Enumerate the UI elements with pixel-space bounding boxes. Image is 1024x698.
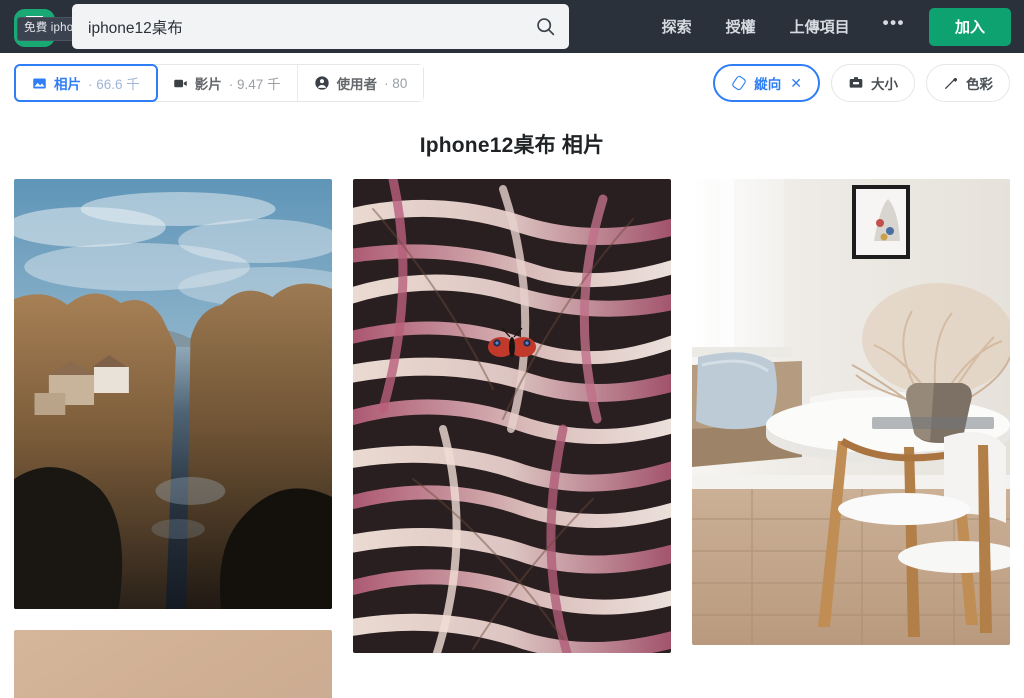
nav-item-license[interactable]: 授權: [709, 8, 773, 45]
grid-column-1: [14, 179, 332, 698]
photo-grid: [0, 179, 1024, 698]
grid-column-2: [353, 179, 671, 698]
tab-users-label: 使用者: [336, 77, 378, 92]
chip-color-label: 色彩: [966, 77, 993, 92]
orientation-icon: [732, 75, 747, 91]
nav-item-upload[interactable]: 上傳項目: [773, 8, 867, 45]
beige-gradient-partial-image: [14, 630, 332, 698]
page-title: Iphone12桌布 相片: [419, 134, 605, 157]
tab-photos-label: 相片: [54, 77, 81, 92]
search-icon: [536, 18, 554, 36]
chip-orientation-clear-icon[interactable]: ✕: [790, 75, 802, 92]
grid-column-3: [692, 179, 1010, 698]
river-valley-landscape-image: [14, 179, 332, 609]
tab-users[interactable]: 使用者 · 80: [297, 65, 424, 101]
video-icon: [174, 79, 187, 87]
photo-river-valley-landscape[interactable]: [14, 179, 332, 609]
join-button[interactable]: 加入: [928, 7, 1011, 46]
primary-nav: 探索 授權 上傳項目 ••• 加入: [645, 7, 1011, 46]
tab-videos[interactable]: 影片 · 9.47 千: [156, 65, 298, 101]
minimal-interior-table-image: [692, 179, 1010, 645]
photo-pink-fountain-grass-butterfly[interactable]: [353, 179, 671, 653]
chip-color[interactable]: 色彩: [926, 64, 1010, 102]
search-input[interactable]: [72, 4, 569, 49]
nav-item-explore[interactable]: 探索: [645, 8, 709, 45]
tab-videos-label: 影片: [194, 77, 222, 92]
filter-chips: 縱向 ✕ 大小 色彩: [713, 64, 1010, 102]
more-menu-icon[interactable]: •••: [867, 14, 921, 38]
photo-minimal-interior-table[interactable]: [692, 179, 1010, 645]
photo-beige-gradient-partial[interactable]: [14, 630, 332, 698]
search-button[interactable]: [531, 13, 559, 41]
size-icon: [849, 77, 863, 88]
image-icon: [33, 78, 46, 88]
tab-photos-count: · 66.6 千: [88, 77, 140, 92]
result-type-tabs: 相片 · 66.6 千 影片 · 9.47 千 使用者 · 80: [14, 64, 425, 102]
pink-fountain-grass-butterfly-image: [353, 179, 671, 653]
logo-area[interactable]: 免費 iphone12 桌布相片: [13, 6, 157, 48]
filter-bar: 相片 · 66.6 千 影片 · 9.47 千 使用者 · 80 縱向 ✕ 大小…: [0, 53, 1024, 113]
user-icon: [314, 76, 329, 90]
eyedropper-icon: [945, 78, 957, 89]
tab-users-count: · 80: [384, 75, 408, 91]
chip-orientation-label: 縱向: [754, 77, 782, 92]
chip-size-label: 大小: [871, 77, 898, 92]
chip-size[interactable]: 大小: [831, 64, 915, 102]
tab-photos[interactable]: 相片 · 66.6 千: [14, 64, 158, 102]
search-box[interactable]: [72, 4, 569, 49]
site-header: 免費 iphone12 桌布相片 探索 授權 上傳項目 ••• 加入: [0, 0, 1024, 53]
chip-orientation[interactable]: 縱向 ✕: [713, 64, 820, 102]
tab-videos-count: · 9.47 千: [228, 77, 281, 92]
